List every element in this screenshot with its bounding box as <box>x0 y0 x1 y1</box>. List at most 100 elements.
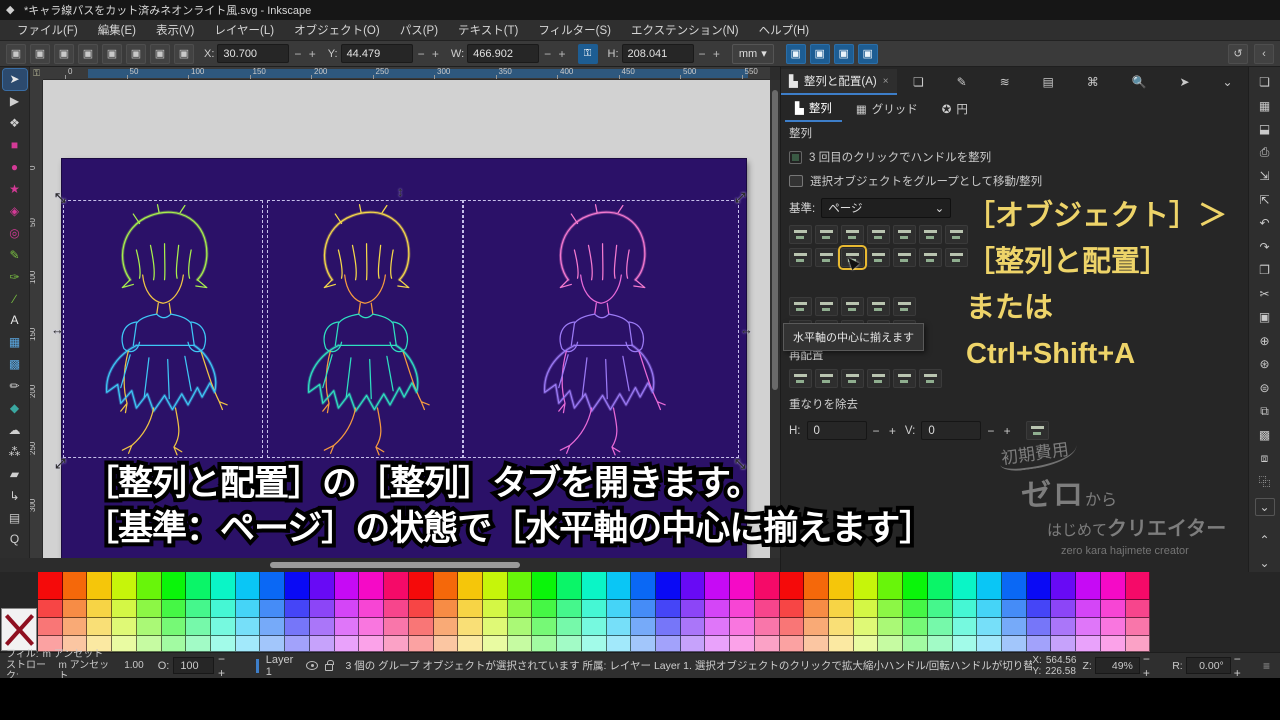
color-swatch[interactable] <box>310 618 335 636</box>
selection-touch-icon[interactable]: ▣ <box>78 44 98 64</box>
bezier-tool[interactable]: ✑ <box>3 266 27 287</box>
color-swatch[interactable] <box>1101 636 1126 652</box>
color-swatch[interactable] <box>310 572 335 600</box>
layer-lock-icon[interactable] <box>325 664 333 671</box>
color-swatch[interactable] <box>804 636 829 652</box>
color-swatch[interactable] <box>631 600 656 618</box>
color-swatch[interactable] <box>38 618 63 636</box>
color-swatch[interactable] <box>730 600 755 618</box>
shape-builder-tool[interactable]: ❖ <box>3 113 27 134</box>
layers-icon[interactable]: ≋ <box>1000 75 1010 89</box>
color-swatch[interactable] <box>1126 600 1151 618</box>
color-swatch[interactable] <box>483 572 508 600</box>
align-anchor-v-button[interactable] <box>945 248 968 267</box>
select-all-icon[interactable]: ▣ <box>6 44 26 64</box>
document-properties-icon[interactable]: ❏ <box>913 75 924 89</box>
copy-icon[interactable]: ❐ <box>1255 261 1275 279</box>
color-swatch[interactable] <box>384 572 409 600</box>
color-swatch[interactable] <box>483 600 508 618</box>
exchange-stacking-button[interactable] <box>841 369 864 388</box>
color-swatch[interactable] <box>409 572 434 600</box>
checkbox-icon[interactable] <box>789 151 802 164</box>
color-swatch[interactable] <box>804 572 829 600</box>
color-swatch[interactable] <box>730 618 755 636</box>
color-swatch[interactable] <box>285 636 310 652</box>
color-swatch[interactable] <box>63 618 88 636</box>
color-swatch[interactable] <box>730 572 755 600</box>
y-input[interactable]: 44.479 <box>341 44 413 63</box>
color-swatch[interactable] <box>854 636 879 652</box>
node-tool[interactable]: ▶ <box>3 91 27 112</box>
color-swatch[interactable] <box>953 618 978 636</box>
color-swatch[interactable] <box>384 600 409 618</box>
rotation-stepper[interactable]: − + <box>1234 652 1257 680</box>
color-swatch[interactable] <box>1051 636 1076 652</box>
ellipse-tool[interactable]: ● <box>3 157 27 178</box>
select-all-layers-icon[interactable]: ▣ <box>30 44 50 64</box>
cut-icon[interactable]: ✂ <box>1255 285 1275 303</box>
distribute-right-button[interactable] <box>841 297 864 316</box>
color-swatch[interactable] <box>434 636 459 652</box>
pages-tool[interactable]: ▤ <box>3 507 27 528</box>
color-swatch[interactable] <box>112 600 137 618</box>
color-swatch[interactable] <box>211 636 236 652</box>
color-swatch[interactable] <box>878 618 903 636</box>
redo-icon[interactable]: ↷ <box>1255 238 1275 256</box>
color-swatch[interactable] <box>186 600 211 618</box>
color-swatch[interactable] <box>1002 636 1027 652</box>
color-swatch[interactable] <box>359 618 384 636</box>
color-swatch[interactable] <box>878 600 903 618</box>
color-swatch[interactable] <box>162 636 187 652</box>
align-left-button[interactable] <box>815 225 838 244</box>
color-swatch[interactable] <box>211 618 236 636</box>
color-swatch[interactable] <box>310 600 335 618</box>
color-swatch[interactable] <box>409 600 434 618</box>
scale-corners-icon[interactable]: ▣ <box>810 44 830 64</box>
color-swatch[interactable] <box>236 636 261 652</box>
color-swatch[interactable] <box>829 636 854 652</box>
color-swatch[interactable] <box>409 618 434 636</box>
color-swatch[interactable] <box>112 572 137 600</box>
color-swatch[interactable] <box>458 618 483 636</box>
height-stepper[interactable]: − + <box>699 47 722 61</box>
color-swatch[interactable] <box>755 572 780 600</box>
opacity-stepper[interactable]: − + <box>218 652 242 680</box>
objects-icon[interactable]: ▤ <box>1043 75 1054 89</box>
x-stepper[interactable]: − + <box>294 47 317 61</box>
color-swatch[interactable] <box>705 618 730 636</box>
color-swatch[interactable] <box>977 600 1002 618</box>
color-swatch[interactable] <box>137 618 162 636</box>
randomize-button[interactable] <box>893 369 916 388</box>
x-input[interactable]: 30.700 <box>217 44 289 63</box>
color-swatch[interactable] <box>532 636 557 652</box>
selector-tool[interactable]: ➤ <box>3 69 27 90</box>
color-swatch[interactable] <box>953 600 978 618</box>
scale-handle[interactable]: ↔ <box>51 322 64 337</box>
color-swatch[interactable] <box>137 600 162 618</box>
color-swatch[interactable] <box>607 636 632 652</box>
menu-レイヤー(L)[interactable]: レイヤー(L) <box>205 20 283 40</box>
color-swatch[interactable] <box>359 572 384 600</box>
color-swatch[interactable] <box>681 618 706 636</box>
color-swatch[interactable] <box>1101 618 1126 636</box>
color-swatch[interactable] <box>557 600 582 618</box>
duplicate-icon[interactable]: ⧉ <box>1255 402 1275 420</box>
color-swatch[interactable] <box>780 600 805 618</box>
color-swatch[interactable] <box>705 600 730 618</box>
color-swatch[interactable] <box>681 600 706 618</box>
scale-pattern-icon[interactable]: ▣ <box>858 44 878 64</box>
color-swatch[interactable] <box>483 618 508 636</box>
box3d-tool[interactable]: ◈ <box>3 200 27 221</box>
color-swatch[interactable] <box>285 618 310 636</box>
color-swatch[interactable] <box>656 636 681 652</box>
vertical-scrollbar[interactable] <box>770 80 780 558</box>
color-swatch[interactable] <box>656 572 681 600</box>
menu-フィルター(S)[interactable]: フィルター(S) <box>529 20 620 40</box>
unit-dropdown[interactable]: mm▾ <box>732 44 774 64</box>
color-swatch[interactable] <box>1051 618 1076 636</box>
rotate-ccw-icon[interactable]: ▣ <box>102 44 122 64</box>
color-swatch[interactable] <box>557 618 582 636</box>
zoom-page-icon[interactable]: ⊜ <box>1255 379 1275 397</box>
color-swatch[interactable] <box>384 618 409 636</box>
color-swatch[interactable] <box>508 618 533 636</box>
